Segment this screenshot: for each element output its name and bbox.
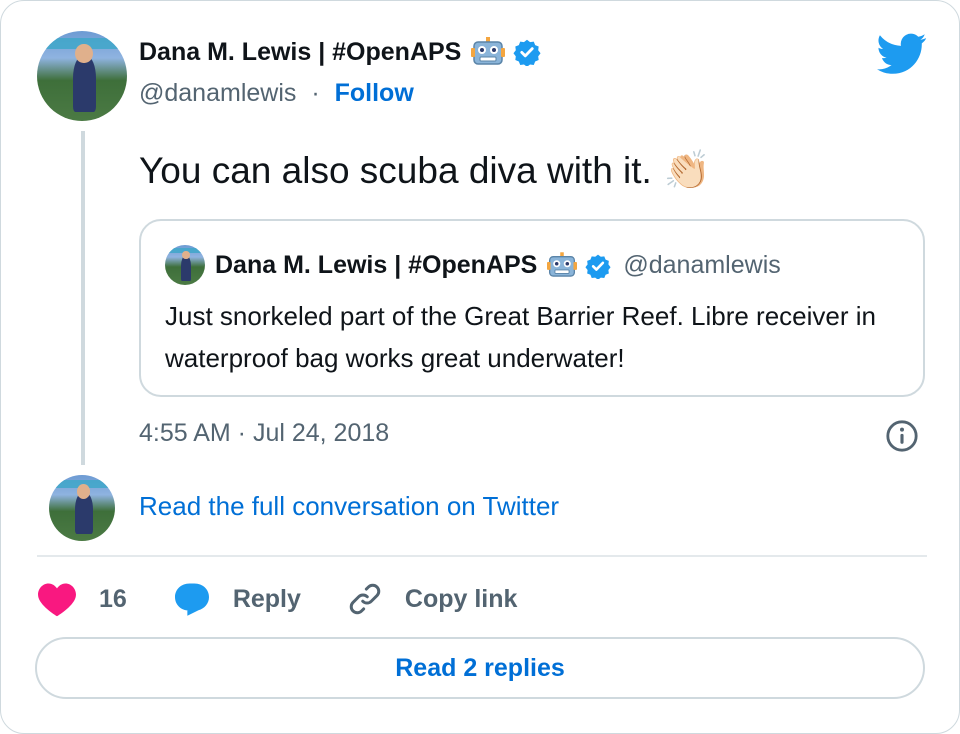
reader-avatar[interactable] (49, 475, 115, 541)
author-handle-row: @danamlewis · Follow (139, 79, 414, 108)
author-name-row[interactable]: Dana M. Lewis | #OpenAPS (139, 37, 541, 67)
like-count: 16 (99, 584, 127, 613)
info-icon[interactable] (885, 419, 919, 453)
link-icon (349, 583, 381, 615)
quoted-author-name: Dana M. Lewis | #OpenAPS (215, 251, 538, 279)
copy-link-label: Copy link (404, 584, 518, 613)
author-avatar[interactable] (37, 31, 127, 121)
tweet-timestamp[interactable]: 4:55 AM · Jul 24, 2018 (139, 419, 389, 448)
robot-emoji-icon (547, 252, 578, 277)
quoted-author-avatar (165, 245, 205, 285)
quoted-tweet[interactable]: Dana M. Lewis | #OpenAPS @danamlewis Jus… (139, 219, 925, 397)
copy-link-button[interactable]: Copy link (347, 581, 518, 617)
verified-badge-icon (513, 39, 541, 66)
reply-label: Reply (232, 584, 301, 613)
heart-icon (38, 583, 76, 617)
clap-emoji-icon: 👏🏻 (663, 150, 712, 192)
reply-button[interactable]: Reply (173, 582, 301, 616)
read-full-conversation-link[interactable]: Read the full conversation on Twitter (139, 491, 559, 522)
reply-bubble-icon (174, 583, 209, 616)
follow-button[interactable]: Follow (335, 79, 414, 107)
verified-badge-icon (585, 254, 611, 279)
read-replies-button[interactable]: Read 2 replies (35, 637, 925, 699)
quoted-author-handle: @danamlewis (623, 251, 781, 279)
thread-line (81, 131, 85, 465)
quoted-header: Dana M. Lewis | #OpenAPS @danamlewis (215, 251, 781, 280)
robot-emoji-icon (471, 37, 506, 65)
action-bar: 16 Reply Copy link (37, 577, 563, 621)
handle-separator: · (311, 79, 320, 107)
twitter-bird-icon[interactable] (877, 33, 927, 75)
author-name[interactable]: Dana M. Lewis | #OpenAPS (139, 38, 461, 67)
tweet-text-content: You can also scuba diva with it. (139, 150, 652, 191)
quoted-text: Just snorkeled part of the Great Barrier… (165, 301, 876, 373)
divider (37, 555, 927, 557)
like-button[interactable]: 16 (37, 581, 127, 617)
embedded-tweet-card: Dana M. Lewis | #OpenAPS @danamlewis · F… (0, 0, 960, 734)
author-handle[interactable]: @danamlewis (139, 79, 296, 107)
tweet-text: You can also scuba diva with it. 👏🏻 (139, 149, 711, 193)
